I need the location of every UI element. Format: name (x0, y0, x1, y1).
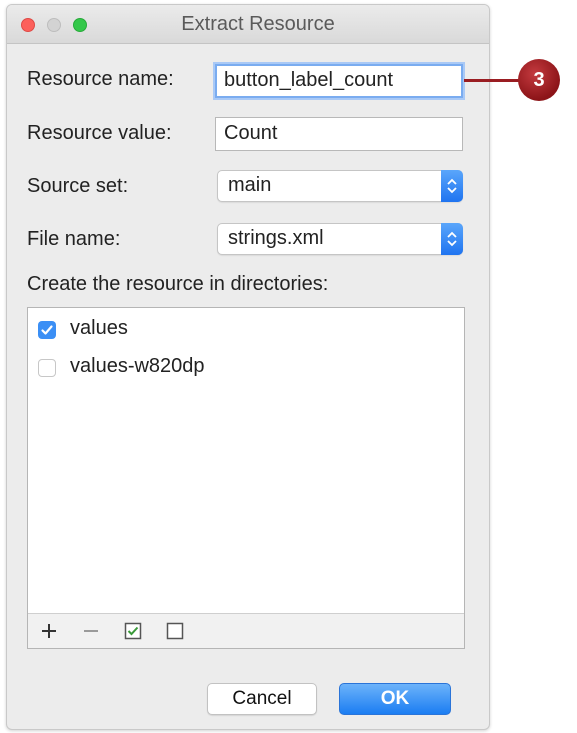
file-name-label: File name: (27, 228, 121, 250)
file-name-value: strings.xml (228, 227, 324, 249)
directory-label: values (70, 317, 128, 339)
window-title: Extract Resource (181, 13, 335, 35)
source-set-stepper[interactable] (441, 170, 463, 202)
empty-box-icon (166, 622, 184, 640)
source-set-value: main (228, 174, 272, 196)
values-checkbox[interactable] (38, 321, 56, 339)
select-all-button[interactable] (120, 614, 146, 648)
updown-chevron-icon (447, 178, 457, 194)
ok-button[interactable]: OK (339, 683, 451, 715)
source-set-label: Source set: (27, 175, 129, 197)
directory-label: values-w820dp (70, 355, 205, 377)
remove-directory-button[interactable] (78, 614, 104, 648)
file-name-stepper[interactable] (441, 223, 463, 255)
resource-name-field[interactable]: button_label_count (215, 64, 463, 98)
plus-icon (42, 624, 56, 638)
select-none-button[interactable] (162, 614, 188, 648)
values-w820dp-checkbox[interactable] (38, 359, 56, 377)
directories-label: Create the resource in directories: (27, 273, 329, 295)
title-bar: Extract Resource (7, 5, 489, 44)
minus-icon (84, 630, 98, 632)
callout-badge: 3 (518, 59, 560, 101)
directories-toolbar (28, 613, 464, 648)
resource-name-label: Resource name: (27, 68, 174, 90)
directories-list: values values-w820dp (27, 307, 465, 649)
callout-line (464, 79, 524, 82)
add-directory-button[interactable] (36, 614, 62, 648)
checked-box-icon (124, 622, 142, 640)
resource-value-field[interactable]: Count (215, 117, 463, 151)
updown-chevron-icon (447, 231, 457, 247)
extract-resource-dialog: Extract Resource Resource name: button_l… (6, 4, 490, 730)
file-name-select[interactable]: strings.xml (217, 223, 463, 255)
checkmark-icon (41, 325, 53, 335)
source-set-select[interactable]: main (217, 170, 463, 202)
cancel-button[interactable]: Cancel (207, 683, 317, 715)
resource-value-label: Resource value: (27, 122, 172, 144)
